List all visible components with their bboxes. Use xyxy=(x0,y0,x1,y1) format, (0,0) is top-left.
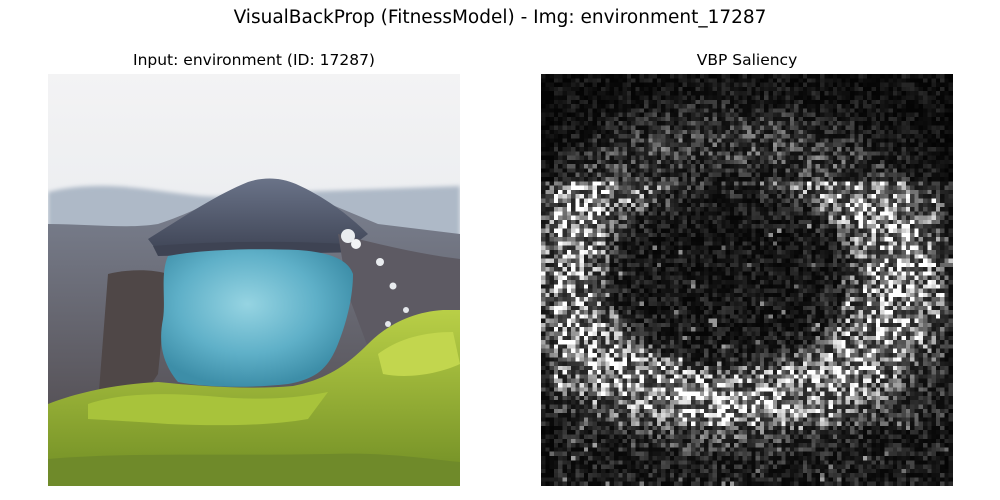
figure-title: VisualBackProp (FitnessModel) - Img: env… xyxy=(233,7,767,28)
saliency-map-panel xyxy=(541,74,953,486)
saliency-panel-title: VBP Saliency xyxy=(696,51,798,69)
input-landscape-image xyxy=(48,74,460,486)
input-panel-title: Input: environment (ID: 17287) xyxy=(133,51,375,69)
saliency-heatmap xyxy=(541,74,953,486)
input-image-panel xyxy=(48,74,460,486)
